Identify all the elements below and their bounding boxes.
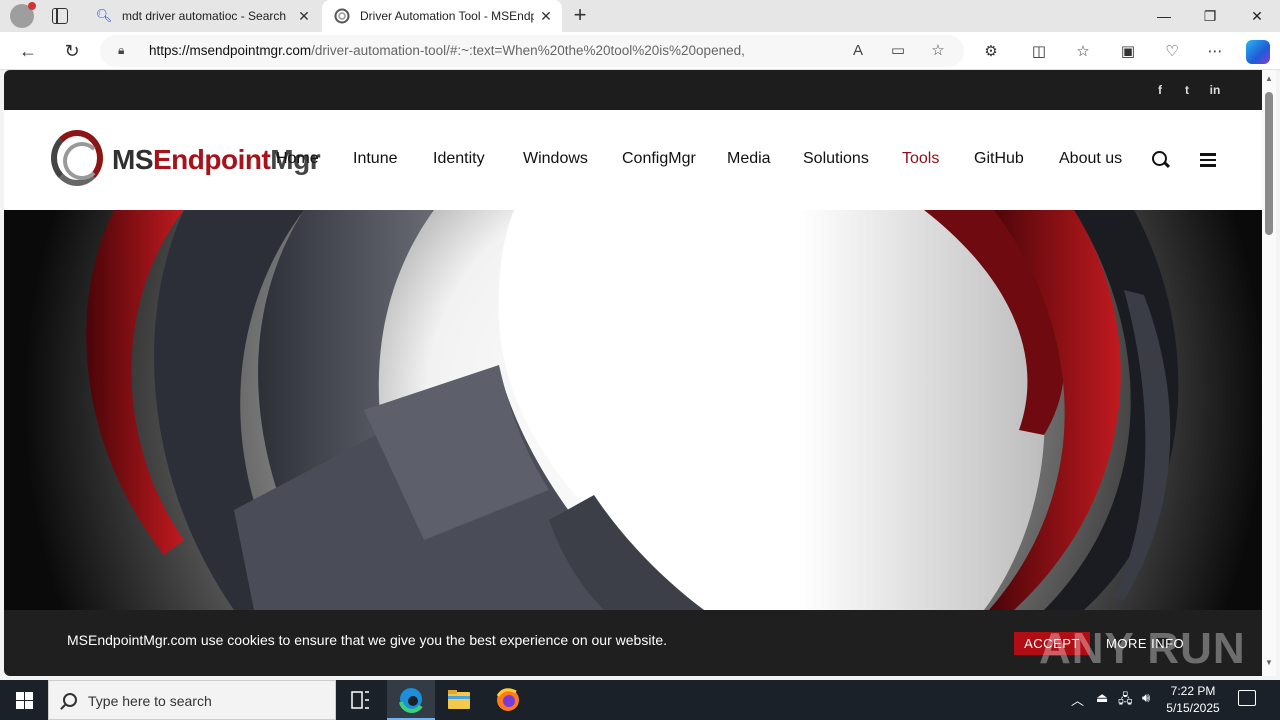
profile-avatar-icon[interactable] — [10, 2, 36, 28]
tab-search[interactable]: 🔍︎ mdt driver automatioc - Search ✕ — [84, 0, 320, 32]
tab-title: mdt driver automatioc - Search — [122, 9, 287, 23]
back-arrow-icon[interactable]: ← — [14, 38, 42, 64]
immersive-reader-icon[interactable]: ▭ — [888, 41, 908, 61]
more-menu-icon[interactable]: ⋯ — [1204, 41, 1226, 63]
refresh-icon[interactable]: ↻ — [58, 38, 86, 64]
search-icon — [63, 693, 77, 707]
msendpointmgr-favicon-icon — [334, 8, 350, 24]
search-icon[interactable] — [1151, 150, 1171, 170]
nav-about-us[interactable]: About us — [1059, 150, 1122, 168]
twitter-icon[interactable]: t — [1179, 82, 1195, 98]
read-aloud-icon[interactable]: A — [848, 41, 868, 61]
nav-identity[interactable]: Identity — [433, 150, 485, 168]
nav-tools[interactable]: Tools — [902, 150, 939, 168]
extensions-icon[interactable]: ⚙ — [980, 41, 1002, 63]
page-viewport: f t in MSEndpointMgr Home Intune Identit… — [4, 70, 1262, 676]
nav-intune[interactable]: Intune — [353, 150, 397, 168]
tab-actions-icon[interactable] — [52, 8, 68, 24]
copilot-icon[interactable] — [1246, 40, 1270, 64]
nav-configmgr[interactable]: ConfigMgr — [622, 150, 696, 168]
address-bar[interactable]: 🔒︎ https://msendpointmgr.com/driver-auto… — [100, 35, 964, 67]
anyrun-watermark: ANY RUN — [1039, 624, 1246, 673]
tab-title: Driver Automation Tool - MSEndp — [360, 9, 534, 23]
cookie-consent-bar: MSEndpointMgr.com use cookies to ensure … — [4, 610, 1262, 676]
minimize-icon[interactable]: — — [1141, 0, 1187, 32]
site-header: MSEndpointMgr Home Intune Identity Windo… — [4, 110, 1262, 210]
tab-driver-automation-tool[interactable]: Driver Automation Tool - MSEndp ✕ — [322, 0, 562, 32]
browser-essentials-icon[interactable]: ♡ — [1161, 41, 1183, 63]
task-view-icon[interactable] — [336, 680, 384, 720]
taskbar-search-box[interactable]: Type here to search — [48, 680, 336, 720]
close-icon[interactable]: ✕ — [534, 8, 558, 25]
facebook-icon[interactable]: f — [1152, 82, 1168, 98]
restore-icon[interactable]: ❐ — [1187, 0, 1233, 32]
linkedin-icon[interactable]: in — [1207, 82, 1223, 98]
new-tab-button[interactable]: + — [569, 4, 591, 28]
nav-windows[interactable]: Windows — [523, 150, 588, 168]
url-text[interactable]: https://msendpointmgr.com/driver-automat… — [149, 43, 779, 58]
close-window-icon[interactable]: ✕ — [1234, 0, 1280, 32]
file-explorer-icon[interactable] — [435, 680, 483, 720]
browser-tab-strip: 🔍︎ mdt driver automatioc - Search ✕ Driv… — [0, 0, 1280, 32]
lock-icon[interactable]: 🔒︎ — [118, 43, 130, 57]
collections-icon[interactable]: ▣ — [1117, 41, 1139, 63]
show-hidden-icons-icon[interactable]: ︿ — [1071, 690, 1084, 709]
close-icon[interactable]: ✕ — [292, 8, 316, 25]
page-scrollbar[interactable]: ▲ ▼ — [1262, 70, 1276, 676]
favorite-star-icon[interactable]: ☆ — [928, 41, 948, 61]
cookie-message: MSEndpointMgr.com use cookies to ensure … — [67, 632, 668, 648]
site-top-bar: f t in — [4, 70, 1262, 110]
logo-icon[interactable] — [51, 130, 103, 186]
windows-taskbar: Type here to search ︿ ⏏ 🖧︎ 🔊︎ 7:22 PM 5/… — [0, 680, 1280, 720]
scroll-up-icon[interactable]: ▲ — [1264, 74, 1274, 83]
nav-solutions[interactable]: Solutions — [803, 150, 869, 168]
nav-github[interactable]: GitHub — [974, 150, 1024, 168]
network-icon[interactable]: 🖧︎ — [1118, 690, 1133, 712]
favorites-icon[interactable]: ☆ — [1072, 41, 1094, 63]
split-screen-icon[interactable]: ◫ — [1028, 41, 1050, 63]
taskbar-search-placeholder: Type here to search — [88, 693, 212, 709]
clock-time: 7:22 PM — [1170, 684, 1216, 698]
hamburger-menu-icon[interactable] — [1200, 153, 1216, 167]
notification-center-icon[interactable] — [1238, 690, 1256, 706]
windows-start-icon[interactable] — [0, 680, 48, 720]
scrollbar-thumb[interactable] — [1265, 92, 1273, 235]
edge-browser-icon[interactable] — [387, 680, 435, 720]
scroll-down-icon[interactable]: ▼ — [1264, 658, 1274, 667]
nav-media[interactable]: Media — [727, 150, 771, 168]
usb-device-icon[interactable]: ⏏ — [1096, 690, 1108, 706]
browser-toolbar: ← ↻ 🔒︎ https://msendpointmgr.com/driver-… — [0, 32, 1280, 70]
firefox-icon[interactable] — [484, 680, 532, 720]
nav-home[interactable]: Home — [276, 150, 319, 168]
search-icon: 🔍︎ — [95, 8, 113, 23]
taskbar-clock[interactable]: 7:22 PM 5/15/2025 — [1160, 683, 1226, 717]
clock-date: 5/15/2025 — [1166, 701, 1220, 715]
volume-icon[interactable]: 🔊︎ — [1142, 690, 1150, 706]
hero-banner-image — [4, 210, 1262, 610]
